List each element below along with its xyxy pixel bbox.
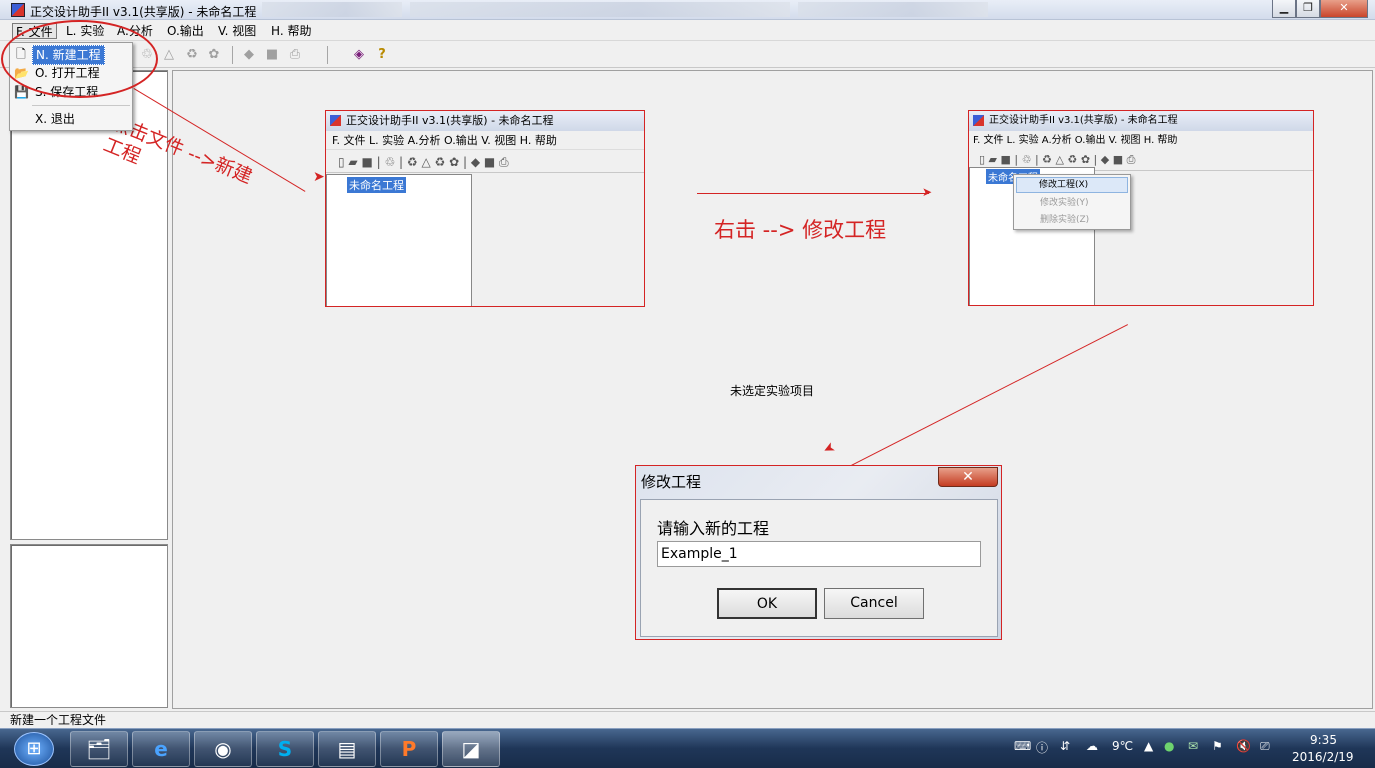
ok-button[interactable]: OK xyxy=(717,588,817,619)
no-experiment-label: 未选定实验项目 xyxy=(730,384,815,398)
app-icon xyxy=(11,3,25,17)
chrome-taskbar-icon[interactable]: ◉ xyxy=(194,731,252,767)
properties-pane[interactable] xyxy=(10,544,168,708)
wps-taskbar-icon[interactable]: P xyxy=(380,731,438,767)
action-center-flag-icon[interactable]: ⚑ xyxy=(1212,739,1223,753)
volume-muted-icon[interactable]: 🔇 xyxy=(1236,739,1251,753)
green-app-tray-icon[interactable]: ● xyxy=(1164,739,1174,753)
clock-time[interactable]: 9:35 xyxy=(1310,733,1337,747)
clock-date[interactable]: 2016/2/19 xyxy=(1292,750,1354,764)
weather-cloud-icon[interactable]: ☁ xyxy=(1086,739,1098,753)
shot1-menu: F. 文件 L. 实验 A.分析 O.输出 V. 视图 H. 帮助 xyxy=(326,131,644,150)
temperature: 9℃ xyxy=(1112,739,1134,753)
shot2-title: 正交设计助手II v3.1(共享版) - 未命名工程 xyxy=(969,111,1313,131)
background-window-tab xyxy=(410,2,790,17)
dialog-title: 修改工程 xyxy=(641,473,702,491)
chart-icon[interactable]: ◆ xyxy=(241,47,257,63)
help-tray-icon[interactable]: ⓘ xyxy=(1036,739,1048,756)
recycle-arrows-icon[interactable]: ♻ xyxy=(184,47,200,63)
annotation-arrow xyxy=(697,193,929,194)
book-icon[interactable]: ◈ xyxy=(351,47,367,63)
shot2-ctx-modify-experiment: 修改实验(Y) xyxy=(1040,198,1089,208)
tutorial-screenshot-rightclick: 正交设计助手II v3.1(共享版) - 未命名工程 F. 文件 L. 实验 A… xyxy=(968,110,1314,306)
network-icon[interactable]: ⎚ xyxy=(1260,739,1270,754)
puzzle-icon[interactable]: ✿ xyxy=(206,47,222,63)
app-taskbar-icon[interactable]: ◪ xyxy=(442,731,500,767)
tray-options-icon[interactable]: ⇵ xyxy=(1060,739,1070,753)
title-bar: 正交设计助手II v3.1(共享版) - 未命名工程 ▁ ❐ ✕ xyxy=(0,0,1375,20)
project-name-input[interactable] xyxy=(657,541,981,567)
background-window-tab xyxy=(798,2,988,17)
shot1-title: 正交设计助手II v3.1(共享版) - 未命名工程 xyxy=(326,111,644,131)
dialog-close-button[interactable]: ✕ xyxy=(938,467,998,487)
toolbar: ♲ △ ♻ ✿ ◆ ■ ⎙ ◈ ? xyxy=(0,42,1375,68)
window-title: 正交设计助手II v3.1(共享版) - 未命名工程 xyxy=(30,5,257,19)
shot1-tree-item: 未命名工程 xyxy=(347,177,406,193)
minimize-button[interactable]: ▁ xyxy=(1272,0,1296,18)
dialog-prompt: 请输入新的工程 xyxy=(657,519,770,538)
show-hidden-icons-icon[interactable]: ▲ xyxy=(1144,739,1153,753)
shot2-context-menu: 修改工程(X) 修改实验(Y) 删除实验(Z) xyxy=(1013,174,1131,230)
wechat-tray-icon[interactable]: ✉ xyxy=(1188,739,1198,753)
menu-help[interactable]: H. 帮助 xyxy=(268,23,314,39)
shot2-menu: F. 文件 L. 实验 A.分析 O.输出 V. 视图 H. 帮助 xyxy=(969,131,1313,150)
annotation-ellipse xyxy=(1,20,158,98)
menu-bar: F. 文件 L. 实验 A.分析 O.输出 V. 视图 H. 帮助 xyxy=(0,21,1375,41)
explorer-taskbar-icon[interactable]: 🗂 xyxy=(70,731,128,767)
windows-taskbar: ⊞ 🗂 e ◉ S ▤ P ◪ ⌨ ⓘ ⇵ ☁ 9℃ ▲ ● ✉ ⚑ 🔇 ⎚ 9… xyxy=(0,728,1375,768)
restore-button[interactable]: ❐ xyxy=(1296,0,1320,18)
cancel-button[interactable]: Cancel xyxy=(824,588,924,619)
print-icon[interactable]: ⎙ xyxy=(287,47,303,63)
menu-view[interactable]: V. 视图 xyxy=(215,23,259,39)
shot2-ctx-delete-experiment: 删除实验(Z) xyxy=(1040,215,1090,225)
table-icon[interactable]: ■ xyxy=(264,47,280,63)
shot2-ctx-modify-project: 修改工程(X) xyxy=(1016,177,1128,193)
skype-taskbar-icon[interactable]: S xyxy=(256,731,314,767)
triangle-icon[interactable]: △ xyxy=(161,47,177,63)
toolbar-separator xyxy=(232,46,233,64)
close-button[interactable]: ✕ xyxy=(1320,0,1368,18)
toolbar-separator xyxy=(327,46,328,64)
ie-taskbar-icon[interactable]: e xyxy=(132,731,190,767)
dialog-body: 请输入新的工程 OK Cancel xyxy=(640,499,998,637)
background-window-tab xyxy=(262,2,402,17)
help-question-icon[interactable]: ? xyxy=(374,47,390,63)
status-bar: 新建一个工程文件 xyxy=(0,711,1375,728)
presentation-taskbar-icon[interactable]: ▤ xyxy=(318,731,376,767)
menu-item-exit[interactable]: X. 退出 xyxy=(12,110,130,128)
menu-output[interactable]: O.输出 xyxy=(164,23,207,39)
tutorial-screenshot-new: 正交设计助手II v3.1(共享版) - 未命名工程 F. 文件 L. 实验 A… xyxy=(325,110,645,307)
start-button[interactable]: ⊞ xyxy=(14,732,54,766)
shot1-toolbar: ▯ ▰ ■ | ♲ | ♻ △ ♻ ✿ | ◆ ■ ⎙ xyxy=(326,151,644,173)
annotation-right-click: 右击 --> 修改工程 xyxy=(714,218,887,242)
shot1-tree: 未命名工程 xyxy=(326,174,472,306)
arrowhead-icon: ➤ xyxy=(922,185,933,199)
arrowhead-icon: ➤ xyxy=(313,169,325,185)
menu-separator xyxy=(32,105,130,106)
keyboard-icon[interactable]: ⌨ xyxy=(1014,739,1031,753)
modify-project-dialog: 修改工程 ✕ 请输入新的工程 OK Cancel xyxy=(635,465,1002,640)
